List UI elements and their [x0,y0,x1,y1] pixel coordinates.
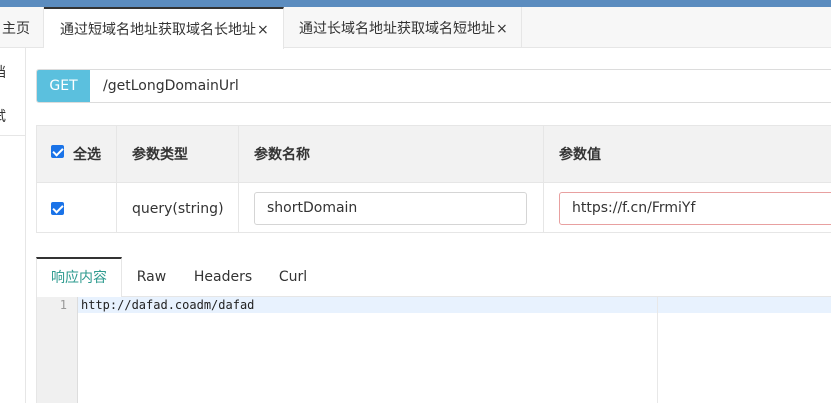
header-param-value: 参数值 [559,147,601,163]
http-method-badge[interactable]: GET [37,70,90,102]
line-number-gutter: 1 [37,297,78,403]
tab-home[interactable]: 主页 [0,7,44,48]
tab-short-to-long-label: 通过短域名地址获取域名长地址 [60,22,256,38]
select-all-label: 全选 [73,147,101,163]
param-value-input[interactable]: https://f.cn/FrmiYf [559,192,831,225]
select-all-checkbox[interactable] [51,145,64,158]
header-param-type: 参数类型 [132,147,188,163]
header-param-name: 参数名称 [254,147,310,163]
column-divider [116,126,117,232]
request-path[interactable]: /getLongDomainUrl [103,70,239,102]
tab-long-to-short[interactable]: 通过长域名地址获取域名短地址× [284,7,522,48]
tab-home-label: 主页 [2,21,30,37]
column-divider [543,126,544,232]
print-margin [657,297,658,403]
close-icon[interactable]: × [496,21,508,37]
sidebar-item-debug[interactable]: 试 [0,106,26,130]
tab-long-to-short-label: 通过长域名地址获取域名短地址 [299,21,495,37]
tab-headers[interactable]: Headers [181,257,265,297]
sidebar-item-docs[interactable]: 档 [0,62,26,86]
tab-short-to-long[interactable]: 通过短域名地址获取域名长地址× [44,7,284,49]
param-type-cell: query(string) [132,201,224,217]
row-checkbox[interactable] [51,202,64,215]
line-number: 1 [59,298,67,312]
sidebar-divider [0,135,26,136]
response-tabs: 响应内容 Raw Headers Curl [36,257,831,298]
tab-curl[interactable]: Curl [265,257,321,297]
sidebar-item-label: 试 [0,109,6,125]
request-url-bar: GET /getLongDomainUrl [36,69,831,103]
response-editor[interactable]: 1 http://dafad.coadm/dafad [36,297,831,403]
response-body-line: http://dafad.coadm/dafad [81,298,255,312]
sidebar: 档 试 [0,48,26,403]
params-table: 全选 参数类型 参数名称 参数值 query(string) shortDoma… [36,125,831,233]
sidebar-item-label: 档 [0,65,6,81]
tab-response-content[interactable]: 响应内容 [36,257,122,298]
tab-raw[interactable]: Raw [122,257,181,297]
param-name-input[interactable]: shortDomain [254,192,527,225]
tab-bar: 主页 通过短域名地址获取域名长地址× 通过长域名地址获取域名短地址× [0,7,831,49]
params-table-header: 全选 参数类型 参数名称 参数值 [37,126,831,183]
top-accent-bar [0,0,831,7]
close-icon[interactable]: × [257,22,269,38]
column-divider [238,126,239,232]
